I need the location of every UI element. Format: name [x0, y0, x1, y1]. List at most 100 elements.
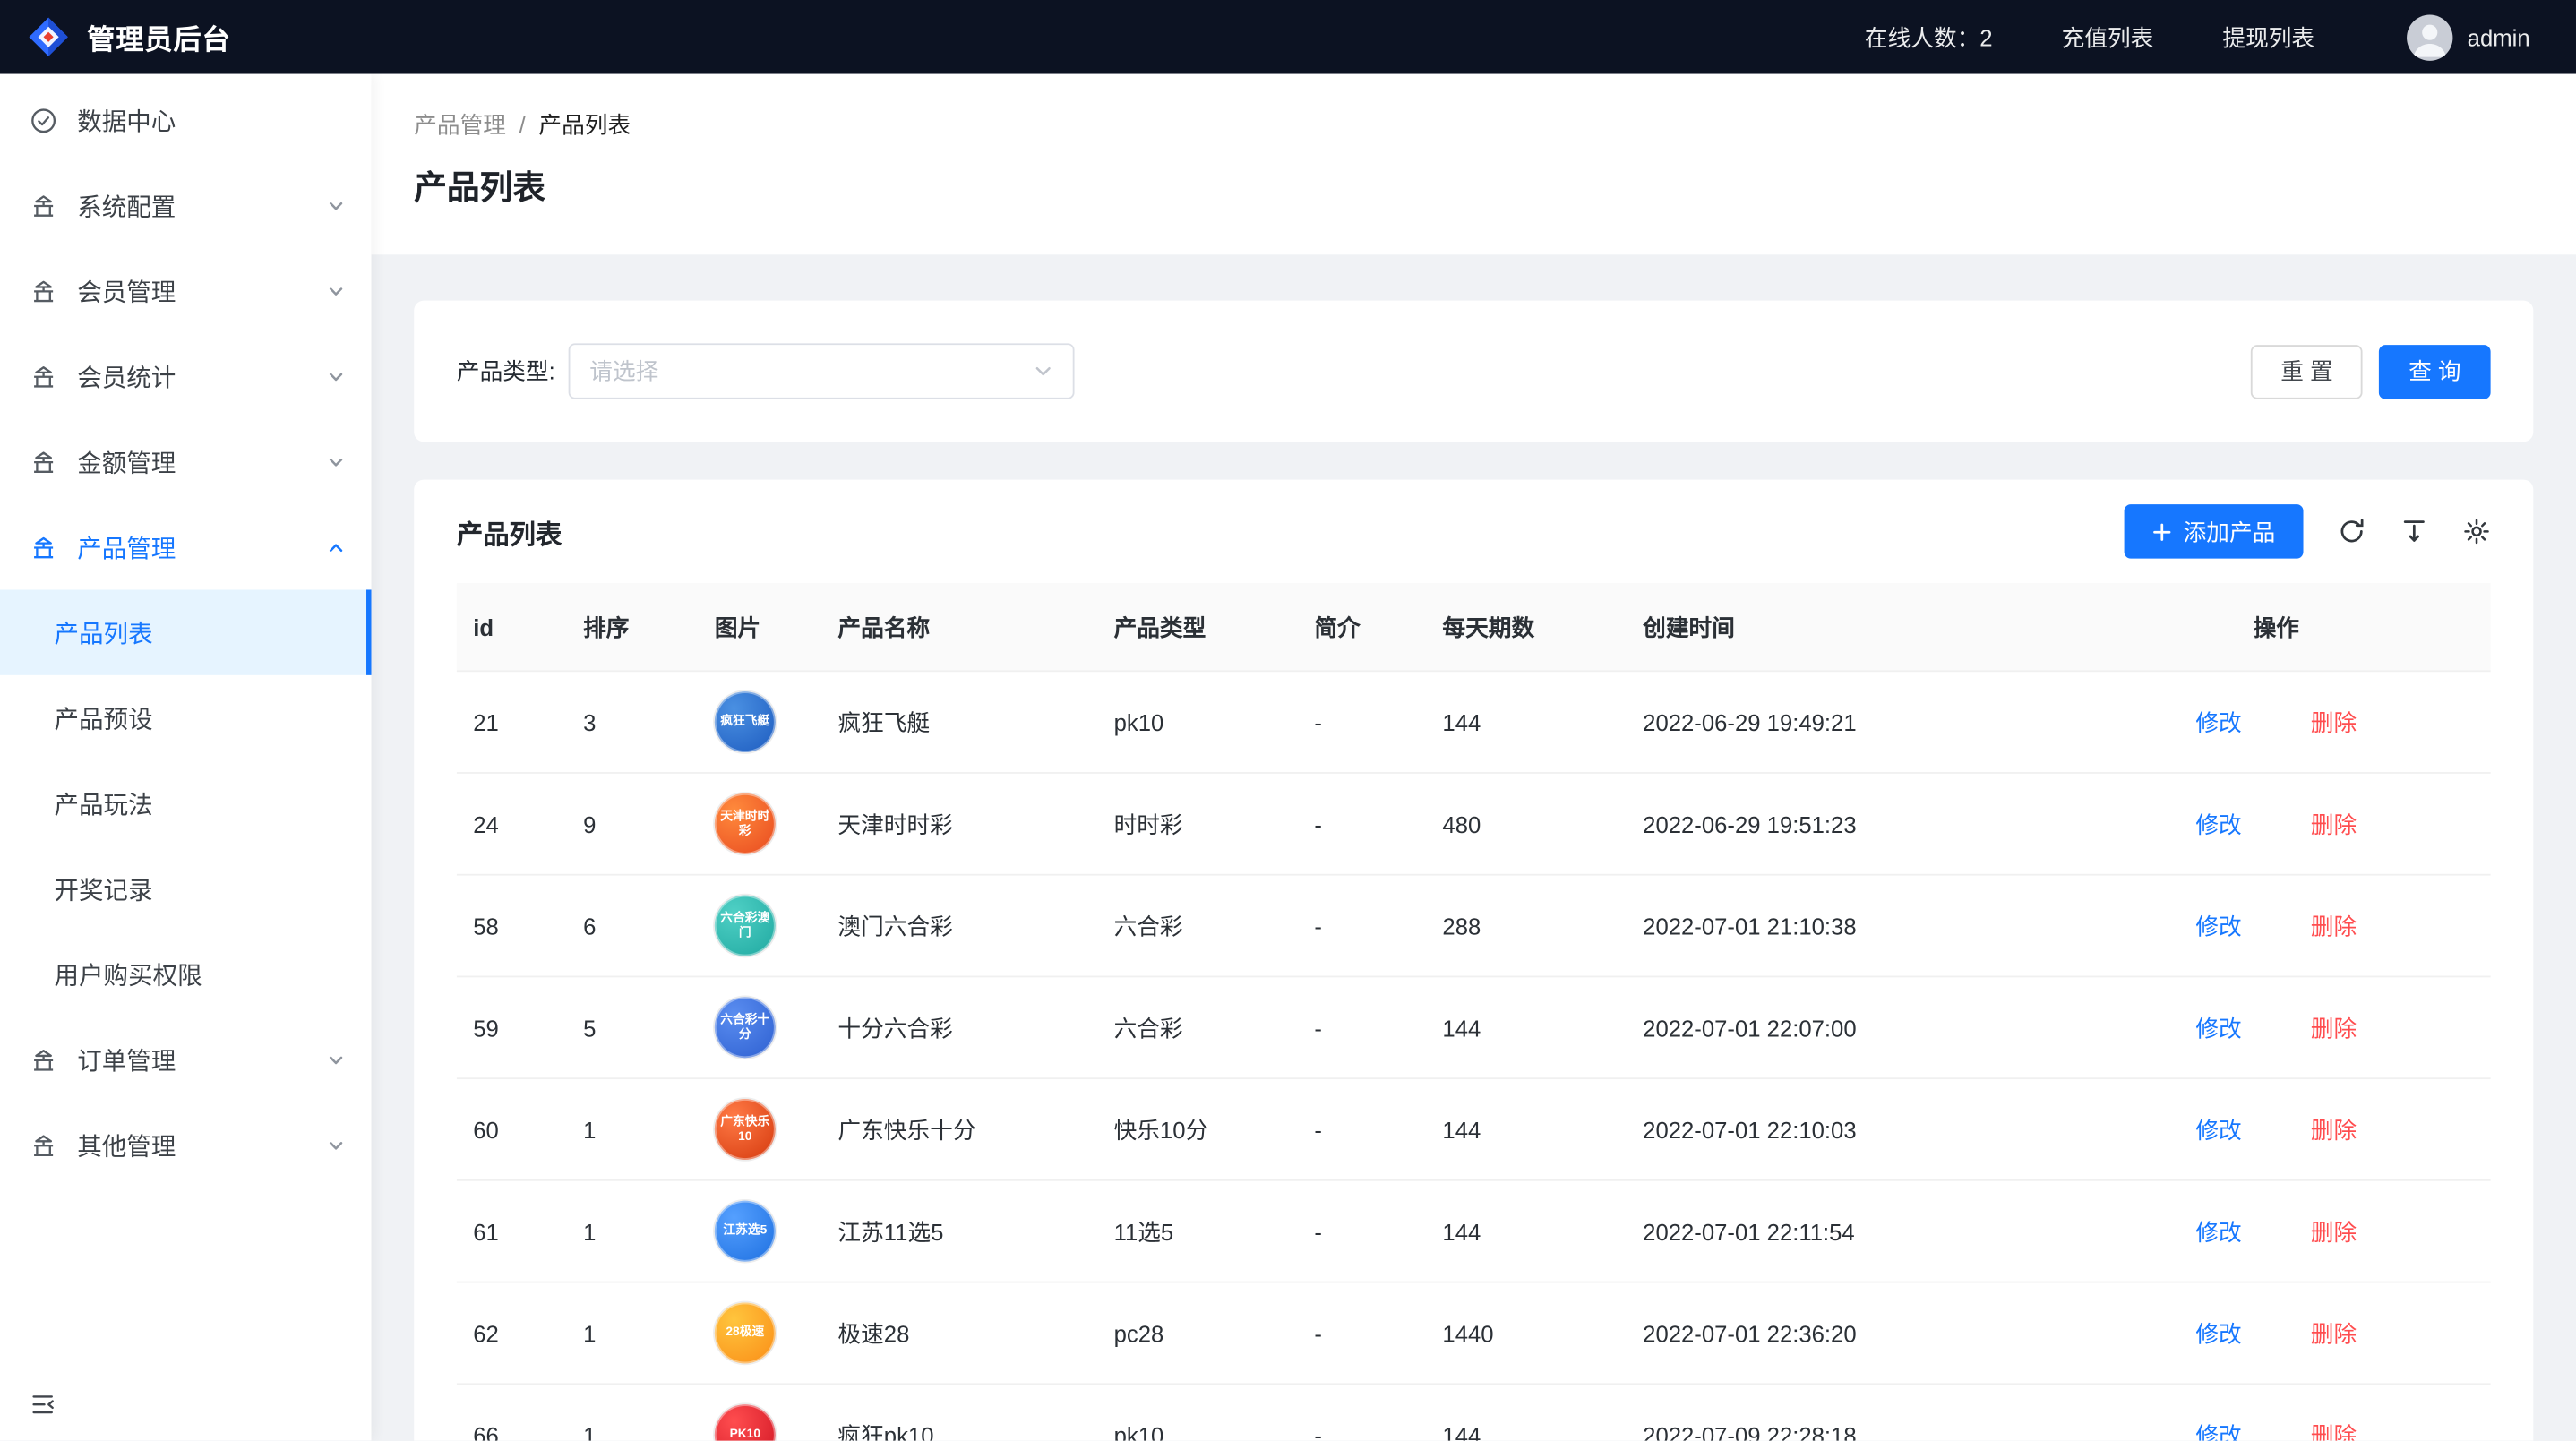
edit-link[interactable]: 修改	[2195, 1214, 2241, 1248]
product-table: id排序图片产品名称产品类型简介每天期数创建时间操作 213疯狂飞艇疯狂飞艇pk…	[414, 583, 2533, 1440]
cell-intro: -	[1298, 1079, 1426, 1179]
product-logo-text: 疯狂飞艇	[717, 712, 773, 733]
sidebar-item-amount-management[interactable]: 金额管理	[0, 419, 372, 504]
cell-periods: 144	[1426, 1385, 1627, 1440]
reset-button[interactable]: 重 置	[2251, 344, 2363, 399]
delete-link[interactable]: 删除	[2311, 807, 2357, 840]
edit-link[interactable]: 修改	[2195, 1113, 2241, 1146]
module-icon	[30, 1131, 57, 1159]
edit-link[interactable]: 修改	[2195, 807, 2241, 840]
table-title: 产品列表	[457, 511, 562, 551]
sidebar-item-data-center[interactable]: 数据中心	[0, 77, 372, 162]
sidebar-item-label: 订单管理	[77, 1042, 176, 1077]
sidebar-subitem-draw-records[interactable]: 开奖记录	[0, 846, 372, 931]
collapse-sidebar-icon[interactable]	[30, 1392, 56, 1418]
cell-name: 极速28	[821, 1282, 1097, 1383]
sidebar-item-product-management[interactable]: 产品管理	[0, 504, 372, 589]
cell-actions: 修改 删除	[2062, 876, 2491, 976]
topbar-right: 在线人数：2 充值列表 提现列表 admin	[1796, 14, 2530, 60]
cell-id: 60	[457, 1079, 567, 1179]
settings-icon[interactable]	[2462, 518, 2490, 545]
edit-link[interactable]: 修改	[2195, 1419, 2241, 1441]
cell-created: 2022-06-29 19:51:23	[1627, 774, 2062, 874]
delete-link[interactable]: 删除	[2311, 1011, 2357, 1044]
delete-link[interactable]: 删除	[2311, 1113, 2357, 1146]
table-body: 213疯狂飞艇疯狂飞艇pk10-1442022-06-29 19:49:21修改…	[457, 672, 2491, 1440]
cell-id: 59	[457, 977, 567, 1077]
product-type-select[interactable]: 请选择	[568, 343, 1074, 399]
chevron-down-icon	[327, 1051, 345, 1068]
product-logo: PK10	[715, 1404, 776, 1440]
sidebar-subitem-product-list[interactable]: 产品列表	[0, 589, 372, 674]
cell-name: 广东快乐十分	[821, 1079, 1097, 1179]
edit-link[interactable]: 修改	[2195, 909, 2241, 942]
edit-link[interactable]: 修改	[2195, 1317, 2241, 1350]
data-center-icon	[30, 106, 57, 133]
withdraw-list-link[interactable]: 提现列表	[2222, 21, 2314, 54]
recharge-list-link[interactable]: 充值列表	[2062, 21, 2154, 54]
edit-link[interactable]: 修改	[2195, 1011, 2241, 1044]
cell-actions: 修改 删除	[2062, 774, 2491, 874]
cell-periods: 144	[1426, 1079, 1627, 1179]
sidebar-subitem-user-purchase-permission[interactable]: 用户购买权限	[0, 931, 372, 1016]
add-product-button[interactable]: 添加产品	[2125, 504, 2304, 559]
cell-type: 时时彩	[1097, 774, 1298, 874]
breadcrumb-parent[interactable]: 产品管理	[414, 108, 506, 142]
delete-link[interactable]: 删除	[2311, 1214, 2357, 1248]
cell-sort: 1	[567, 1181, 699, 1282]
column-header: 创建时间	[1627, 583, 2062, 670]
cell-actions: 修改 删除	[2062, 1282, 2491, 1383]
edit-link[interactable]: 修改	[2195, 706, 2241, 739]
module-icon	[30, 192, 57, 219]
table-row: 586六合彩澳门澳门六合彩六合彩-2882022-07-01 21:10:38修…	[457, 876, 2491, 978]
cell-sort: 5	[567, 977, 699, 1077]
density-icon[interactable]	[2400, 518, 2428, 545]
table-row: 661PK10疯狂pk10pk10-1442022-07-09 22:28:18…	[457, 1385, 2491, 1440]
cell-name: 疯狂飞艇	[821, 672, 1097, 772]
user-menu[interactable]: admin	[2407, 14, 2530, 60]
cell-sort: 1	[567, 1079, 699, 1179]
cell-periods: 288	[1426, 876, 1627, 976]
delete-link[interactable]: 删除	[2311, 1419, 2357, 1441]
chevron-down-icon	[327, 452, 345, 470]
cell-image: 天津时时彩	[699, 774, 822, 874]
table-row: 213疯狂飞艇疯狂飞艇pk10-1442022-06-29 19:49:21修改…	[457, 672, 2491, 774]
module-icon	[30, 277, 57, 304]
sidebar-item-order-management[interactable]: 订单管理	[0, 1016, 372, 1102]
sidebar-footer	[0, 1368, 372, 1441]
delete-link[interactable]: 删除	[2311, 909, 2357, 942]
product-logo-text: 28极速	[723, 1323, 768, 1343]
product-logo-text: 六合彩澳门	[715, 908, 776, 943]
cell-type: pc28	[1097, 1282, 1298, 1383]
sidebar-item-label: 会员管理	[77, 273, 176, 308]
sidebar-item-other-management[interactable]: 其他管理	[0, 1102, 372, 1188]
column-header: 图片	[699, 583, 822, 670]
sidebar-item-label: 会员统计	[77, 359, 176, 394]
search-button[interactable]: 查 询	[2379, 344, 2491, 399]
sidebar-subitem-product-preset[interactable]: 产品预设	[0, 675, 372, 760]
main-content: 产品管理 / 产品列表 产品列表 产品类型: 请选择 重 置 查 询 产品列表	[372, 74, 2576, 1441]
cell-periods: 144	[1426, 672, 1627, 772]
cell-periods: 1440	[1426, 1282, 1627, 1383]
column-header: id	[457, 583, 567, 670]
delete-link[interactable]: 删除	[2311, 706, 2357, 739]
sidebar-item-label: 其他管理	[77, 1128, 176, 1162]
sidebar-item-member-management[interactable]: 会员管理	[0, 248, 372, 333]
sidebar-item-system-config[interactable]: 系统配置	[0, 163, 372, 248]
delete-link[interactable]: 删除	[2311, 1317, 2357, 1350]
sidebar-item-member-stats[interactable]: 会员统计	[0, 333, 372, 418]
online-count: 在线人数：2	[1865, 21, 1993, 54]
sidebar-subitem-product-play[interactable]: 产品玩法	[0, 760, 372, 845]
cell-type: 快乐10分	[1097, 1079, 1298, 1179]
cell-created: 2022-07-01 21:10:38	[1627, 876, 2062, 976]
cell-intro: -	[1298, 876, 1426, 976]
sidebar: 数据中心系统配置会员管理会员统计金额管理产品管理产品列表产品预设产品玩法开奖记录…	[0, 74, 372, 1441]
cell-id: 21	[457, 672, 567, 772]
cell-type: 11选5	[1097, 1181, 1298, 1282]
cell-id: 66	[457, 1385, 567, 1440]
cell-sort: 1	[567, 1385, 699, 1440]
refresh-icon[interactable]	[2338, 518, 2366, 545]
cell-sort: 3	[567, 672, 699, 772]
product-logo-text: 广东快乐10	[715, 1112, 776, 1147]
table-card-header: 产品列表 添加产品	[414, 480, 2533, 584]
